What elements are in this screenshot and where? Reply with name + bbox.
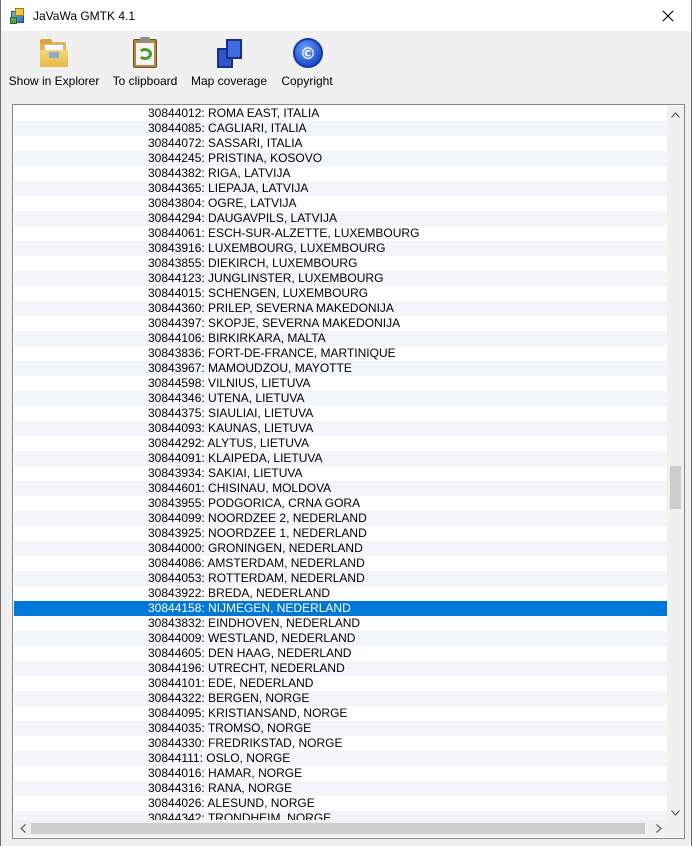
list-item[interactable]: 30844382: RIGA, LATVIJA	[14, 166, 667, 181]
to-clipboard-label: To clipboard	[112, 74, 178, 88]
list-item[interactable]: 30844053: ROTTERDAM, NEDERLAND	[14, 571, 667, 586]
list-item[interactable]: 30844000: GRONINGEN, NEDERLAND	[14, 541, 667, 556]
list-item[interactable]: 30844245: PRISTINA, KOSOVO	[14, 151, 667, 166]
list-item[interactable]: 30844099: NOORDZEE 2, NEDERLAND	[14, 511, 667, 526]
show-in-explorer-label: Show in Explorer	[8, 74, 100, 88]
scroll-down-button[interactable]	[667, 804, 684, 821]
list-item[interactable]: 30844375: SIAULIAI, LIETUVA	[14, 406, 667, 421]
list-item[interactable]: 30844093: KAUNAS, LIETUVA	[14, 421, 667, 436]
list-item[interactable]: 30843925: NOORDZEE 1, NEDERLAND	[14, 526, 667, 541]
scroll-left-button[interactable]	[14, 820, 31, 837]
title-bar[interactable]: JaVaWa GMTK 4.1	[1, 0, 691, 31]
app-icon	[10, 7, 26, 24]
list-item[interactable]: 30844360: PRILEP, SEVERNA MAKEDONIJA	[14, 301, 667, 316]
close-icon	[662, 10, 674, 21]
list-item[interactable]: 30844061: ESCH-SUR-ALZETTE, LUXEMBOURG	[14, 226, 667, 241]
list-item[interactable]: 30844330: FREDRIKSTAD, NORGE	[14, 736, 667, 751]
list-item[interactable]: 30844294: DAUGAVPILS, LATVIJA	[14, 211, 667, 226]
chevron-up-icon	[671, 111, 680, 118]
scroll-up-button[interactable]	[667, 106, 684, 123]
list-item[interactable]: 30843967: MAMOUDZOU, MAYOTTE	[14, 361, 667, 376]
scrollbar-corner	[667, 820, 684, 837]
copyright-label: Copyright	[281, 74, 333, 88]
list-item[interactable]: 30844009: WESTLAND, NEDERLAND	[14, 631, 667, 646]
horizontal-scroll-thumb[interactable]	[31, 823, 645, 834]
list-item[interactable]: 30844072: SASSARI, ITALIA	[14, 136, 667, 151]
list-item[interactable]: 30844346: UTENA, LIETUVA	[14, 391, 667, 406]
list-item[interactable]: 30844365: LIEPAJA, LATVIJA	[14, 181, 667, 196]
copyright-icon: ©	[290, 36, 324, 70]
copyright-button[interactable]: © Copyright	[279, 36, 335, 90]
scroll-right-button[interactable]	[650, 820, 667, 837]
list-item[interactable]: 30843804: OGRE, LATVIJA	[14, 196, 667, 211]
list-item[interactable]: 30844101: EDE, NEDERLAND	[14, 676, 667, 691]
list-item[interactable]: 30844091: KLAIPEDA, LIETUVA	[14, 451, 667, 466]
list-item[interactable]: 30843916: LUXEMBOURG, LUXEMBOURG	[14, 241, 667, 256]
to-clipboard-button[interactable]: To clipboard	[111, 36, 179, 90]
list-item[interactable]: 30844015: SCHENGEN, LUXEMBOURG	[14, 286, 667, 301]
chevron-left-icon	[19, 824, 26, 833]
list-item[interactable]: 30844601: CHISINAU, MOLDOVA	[14, 481, 667, 496]
list-item[interactable]: 30844292: ALYTUS, LIETUVA	[14, 436, 667, 451]
list-item[interactable]: 30844598: VILNIUS, LIETUVA	[14, 376, 667, 391]
folder-icon	[37, 36, 71, 70]
list-item[interactable]: 30844095: KRISTIANSAND, NORGE	[14, 706, 667, 721]
list-item[interactable]: 30844012: ROMA EAST, ITALIA	[14, 106, 667, 121]
list-item[interactable]: 30843836: FORT-DE-FRANCE, MARTINIQUE	[14, 346, 667, 361]
vertical-scroll-thumb[interactable]	[670, 466, 681, 509]
toolbar: Show in Explorer To clipboard Map covera…	[1, 31, 691, 95]
list-item[interactable]: 30843955: PODGORICA, CRNA GORA	[14, 496, 667, 511]
list-viewport[interactable]: 30844012: ROMA EAST, ITALIA 30844085: CAG…	[14, 106, 667, 821]
map-coverage-icon	[212, 36, 246, 70]
app-window: JaVaWa GMTK 4.1 Show in Explorer To clip…	[0, 0, 692, 846]
list-item[interactable]: 30843832: EINDHOVEN, NEDERLAND	[14, 616, 667, 631]
list-item[interactable]: 30844316: RANA, NORGE	[14, 781, 667, 796]
list-item[interactable]: 30844106: BIRKIRKARA, MALTA	[14, 331, 667, 346]
chevron-down-icon	[671, 809, 680, 816]
vertical-scrollbar[interactable]	[667, 106, 684, 821]
map-tile-list[interactable]: 30844012: ROMA EAST, ITALIA 30844085: CAG…	[12, 104, 685, 839]
list-item[interactable]: 30843934: SAKIAI, LIETUVA	[14, 466, 667, 481]
list-item[interactable]: 30844016: HAMAR, NORGE	[14, 766, 667, 781]
list-item[interactable]: 30844322: BERGEN, NORGE	[14, 691, 667, 706]
list-item[interactable]: 30844086: AMSTERDAM, NEDERLAND	[14, 556, 667, 571]
list-item[interactable]: 30843922: BREDA, NEDERLAND	[14, 586, 667, 601]
list-item[interactable]: 30844605: DEN HAAG, NEDERLAND	[14, 646, 667, 661]
list-item[interactable]: 30843855: DIEKIRCH, LUXEMBOURG	[14, 256, 667, 271]
list-item[interactable]: 30844397: SKOPJE, SEVERNA MAKEDONIJA	[14, 316, 667, 331]
window-title: JaVaWa GMTK 4.1	[33, 8, 136, 23]
map-coverage-button[interactable]: Map coverage	[190, 36, 268, 90]
close-button[interactable]	[645, 0, 691, 31]
horizontal-scrollbar[interactable]	[14, 820, 667, 837]
clipboard-icon	[128, 36, 162, 70]
map-coverage-label: Map coverage	[190, 74, 268, 88]
list-item[interactable]: 30844111: OSLO, NORGE	[14, 751, 667, 766]
list-item[interactable]: 30844035: TROMSO, NORGE	[14, 721, 667, 736]
list-item[interactable]: 30844123: JUNGLINSTER, LUXEMBOURG	[14, 271, 667, 286]
list-item[interactable]: 30844026: ALESUND, NORGE	[14, 796, 667, 811]
show-in-explorer-button[interactable]: Show in Explorer	[9, 36, 99, 90]
selected-list-item[interactable]: 30844158: NIJMEGEN, NEDERLAND	[14, 601, 667, 616]
list-item[interactable]: 30844085: CAGLIARI, ITALIA	[14, 121, 667, 136]
chevron-right-icon	[655, 824, 662, 833]
list-item[interactable]: 30844196: UTRECHT, NEDERLAND	[14, 661, 667, 676]
